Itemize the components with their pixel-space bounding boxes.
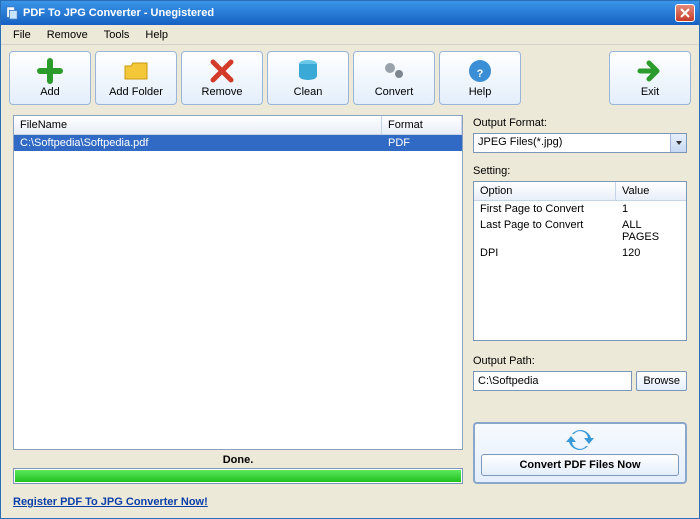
toolbar-label: Help	[469, 86, 492, 98]
right-column: Output Format: JPEG Files(*.jpg) Setting…	[473, 115, 687, 484]
menu-tools[interactable]: Tools	[96, 27, 138, 43]
chevron-down-icon[interactable]	[670, 134, 686, 152]
file-table: FileName Format C:\Softpedia\Softpedia.p…	[13, 115, 463, 450]
menu-help[interactable]: Help	[137, 27, 176, 43]
column-filename[interactable]: FileName	[14, 116, 382, 134]
toolbar-label: Add	[40, 86, 60, 98]
add-folder-button[interactable]: Add Folder	[95, 51, 177, 105]
register-link[interactable]: Register PDF To JPG Converter Now!	[13, 496, 208, 508]
menubar: File Remove Tools Help	[1, 25, 699, 45]
convert-icon	[566, 430, 594, 450]
titlebar: PDF To JPG Converter - Unegistered	[1, 1, 699, 25]
toolbar-label: Add Folder	[109, 86, 163, 98]
help-button[interactable]: ? Help	[439, 51, 521, 105]
remove-button[interactable]: Remove	[181, 51, 263, 105]
clean-button[interactable]: Clean	[267, 51, 349, 105]
cell-format: PDF	[382, 135, 462, 151]
output-format-value: JPEG Files(*.jpg)	[474, 134, 670, 152]
svg-text:?: ?	[477, 68, 484, 80]
convert-group: Convert PDF Files Now	[473, 422, 687, 484]
file-table-body: C:\Softpedia\Softpedia.pdf PDF	[14, 135, 462, 449]
x-icon	[209, 58, 235, 84]
exit-button[interactable]: Exit	[609, 51, 691, 105]
cell-value: 120	[616, 245, 686, 261]
setting-row[interactable]: DPI 120	[474, 245, 686, 261]
cell-filename: C:\Softpedia\Softpedia.pdf	[14, 135, 382, 151]
footer: Register PDF To JPG Converter Now!	[1, 490, 699, 518]
toolbar-label: Remove	[202, 86, 243, 98]
table-row[interactable]: C:\Softpedia\Softpedia.pdf PDF	[14, 135, 462, 151]
help-icon: ?	[467, 58, 493, 84]
close-button[interactable]	[675, 4, 695, 22]
menu-remove[interactable]: Remove	[39, 27, 96, 43]
file-table-header: FileName Format	[14, 116, 462, 135]
toolbar-label: Convert	[375, 86, 414, 98]
setting-label: Setting:	[473, 165, 687, 177]
left-column: FileName Format C:\Softpedia\Softpedia.p…	[13, 115, 463, 484]
column-value[interactable]: Value	[616, 182, 686, 200]
column-format[interactable]: Format	[382, 116, 462, 134]
database-icon	[295, 58, 321, 84]
cell-value: ALL PAGES	[616, 217, 686, 245]
app-icon	[5, 6, 19, 20]
cell-option: DPI	[474, 245, 616, 261]
column-option[interactable]: Option	[474, 182, 616, 200]
output-format-select[interactable]: JPEG Files(*.jpg)	[473, 133, 687, 153]
browse-button[interactable]: Browse	[636, 371, 687, 391]
app-window: PDF To JPG Converter - Unegistered File …	[0, 0, 700, 519]
folder-icon	[123, 58, 149, 84]
settings-header: Option Value	[474, 182, 686, 201]
settings-table: Option Value First Page to Convert 1 Las…	[473, 181, 687, 341]
cell-value: 1	[616, 201, 686, 217]
add-button[interactable]: Add	[9, 51, 91, 105]
main-area: FileName Format C:\Softpedia\Softpedia.p…	[1, 115, 699, 490]
output-format-label: Output Format:	[473, 117, 687, 129]
toolbar-label: Exit	[641, 86, 659, 98]
window-title: PDF To JPG Converter - Unegistered	[23, 7, 214, 19]
output-path-label: Output Path:	[473, 355, 687, 367]
gears-icon	[381, 58, 407, 84]
output-path-input[interactable]	[473, 371, 632, 391]
convert-now-button[interactable]: Convert PDF Files Now	[481, 454, 679, 476]
cell-option: First Page to Convert	[474, 201, 616, 217]
status-text: Done.	[13, 450, 463, 468]
convert-button[interactable]: Convert	[353, 51, 435, 105]
toolbar: Add Add Folder Remove Clean Convert ? He…	[1, 45, 699, 115]
progress-bar	[13, 468, 463, 484]
cell-option: Last Page to Convert	[474, 217, 616, 245]
menu-file[interactable]: File	[5, 27, 39, 43]
setting-row[interactable]: First Page to Convert 1	[474, 201, 686, 217]
toolbar-label: Clean	[294, 86, 323, 98]
arrow-right-icon	[637, 58, 663, 84]
plus-icon	[37, 58, 63, 84]
setting-row[interactable]: Last Page to Convert ALL PAGES	[474, 217, 686, 245]
